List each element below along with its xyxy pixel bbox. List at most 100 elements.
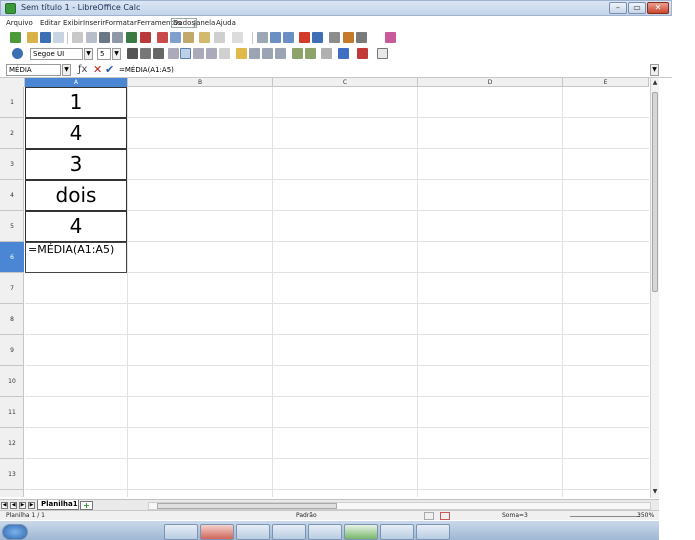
underline-icon[interactable] xyxy=(153,48,164,59)
menu-inserir[interactable]: Inserir xyxy=(83,19,105,27)
row-header-12[interactable]: 12 xyxy=(0,428,24,459)
function-wizard-icon[interactable]: ƒx xyxy=(78,64,87,75)
last-sheet-icon[interactable]: ▶ xyxy=(28,502,35,509)
scroll-up-icon[interactable]: ▲ xyxy=(651,79,659,87)
menu-exibir[interactable]: Exibir xyxy=(63,19,83,27)
pivot-table-icon[interactable] xyxy=(312,32,323,43)
name-box[interactable]: MÉDIA xyxy=(6,64,61,76)
add-decimal-icon[interactable] xyxy=(275,48,286,59)
help-icon[interactable] xyxy=(385,32,396,43)
email-icon[interactable] xyxy=(53,32,64,43)
sort-descending-icon[interactable] xyxy=(283,32,294,43)
row-header-5[interactable]: 5 xyxy=(0,211,24,242)
expand-formula-icon[interactable]: ▼ xyxy=(650,64,659,76)
font-name-field[interactable]: Segoe UI xyxy=(30,48,83,60)
copy-icon[interactable] xyxy=(170,32,181,43)
taskbar-item[interactable] xyxy=(308,524,342,540)
cell-a6-active[interactable]: =MÉDIA(A1:A5) xyxy=(25,242,127,273)
selection-mode-icon[interactable] xyxy=(424,512,434,520)
cancel-formula-icon[interactable]: ✕ xyxy=(93,63,102,76)
font-color-icon[interactable] xyxy=(357,48,368,59)
add-sheet-icon[interactable]: + xyxy=(80,501,93,510)
accept-formula-icon[interactable]: ✔ xyxy=(105,63,114,76)
sheet-tab-planilha1[interactable]: Planilha1 xyxy=(37,500,79,510)
menu-janela[interactable]: Janela xyxy=(194,19,215,27)
menu-ajuda[interactable]: Ajuda xyxy=(216,19,236,27)
row-header-2[interactable]: 2 xyxy=(0,118,24,149)
vertical-scrollbar[interactable]: ▲ ▼ xyxy=(650,78,659,498)
insert-chart-icon[interactable] xyxy=(299,32,310,43)
start-button-icon[interactable] xyxy=(2,524,28,540)
menu-arquivo[interactable]: Arquivo xyxy=(6,19,33,27)
export-pdf-icon[interactable] xyxy=(86,32,97,43)
formula-input[interactable]: =MÉDIA(A1:A5) xyxy=(117,64,649,76)
cell-grid[interactable]: 1 4 3 dois 4 =MÉDIA(A1:A5) xyxy=(25,87,649,497)
select-all-corner[interactable] xyxy=(0,78,25,87)
next-sheet-icon[interactable]: ▶ xyxy=(19,502,26,509)
cell-a5[interactable]: 4 xyxy=(25,211,127,242)
redo-icon[interactable] xyxy=(232,32,243,43)
column-header-c[interactable]: C xyxy=(273,78,418,87)
spelling-icon[interactable] xyxy=(126,32,137,43)
undo-icon[interactable] xyxy=(214,32,225,43)
align-left-icon[interactable] xyxy=(168,48,179,59)
row-header-8[interactable]: 8 xyxy=(0,304,24,335)
navigator-icon[interactable] xyxy=(329,32,340,43)
row-header-6[interactable]: 6 xyxy=(0,242,24,273)
print-preview-icon[interactable] xyxy=(112,32,123,43)
paste-icon[interactable] xyxy=(183,32,194,43)
taskbar-item[interactable] xyxy=(236,524,270,540)
column-header-d[interactable]: D xyxy=(418,78,563,87)
row-header-13[interactable]: 13 xyxy=(0,459,24,490)
justify-icon[interactable] xyxy=(206,48,217,59)
zoom-slider[interactable] xyxy=(570,516,640,517)
save-icon[interactable] xyxy=(40,32,51,43)
number-format-icon[interactable] xyxy=(262,48,273,59)
cell-a1[interactable]: 1 xyxy=(25,87,127,118)
increase-indent-icon[interactable] xyxy=(305,48,316,59)
cell-a3[interactable]: 3 xyxy=(25,149,127,180)
hyperlink-icon[interactable] xyxy=(257,32,268,43)
cell-a2[interactable]: 4 xyxy=(25,118,127,149)
new-document-icon[interactable] xyxy=(10,32,21,43)
font-name-dropdown-icon[interactable]: ▼ xyxy=(84,48,93,60)
menu-formatar[interactable]: Formatar xyxy=(105,19,137,27)
minimize-button[interactable]: – xyxy=(609,2,627,14)
data-sources-icon[interactable] xyxy=(356,32,367,43)
currency-format-icon[interactable] xyxy=(236,48,247,59)
sort-ascending-icon[interactable] xyxy=(270,32,281,43)
background-color-icon[interactable] xyxy=(338,48,349,59)
styles-icon[interactable] xyxy=(12,48,23,59)
row-header-10[interactable]: 10 xyxy=(0,366,24,397)
close-button[interactable]: ✕ xyxy=(647,2,669,14)
column-header-a[interactable]: A xyxy=(25,78,128,87)
taskbar-item-libreoffice[interactable] xyxy=(344,524,378,540)
column-header-b[interactable]: B xyxy=(128,78,273,87)
cell-a4[interactable]: dois xyxy=(25,180,127,211)
row-header-1[interactable]: 1 xyxy=(0,87,24,118)
autospell-icon[interactable] xyxy=(140,32,151,43)
taskbar-item[interactable] xyxy=(164,524,198,540)
font-size-dropdown-icon[interactable]: ▼ xyxy=(112,48,121,60)
bold-icon[interactable] xyxy=(127,48,138,59)
align-center-icon[interactable] xyxy=(180,48,191,59)
gallery-icon[interactable] xyxy=(343,32,354,43)
align-right-icon[interactable] xyxy=(193,48,204,59)
zoom-level[interactable]: 350% xyxy=(637,511,654,520)
cut-icon[interactable] xyxy=(157,32,168,43)
row-header-4[interactable]: 4 xyxy=(0,180,24,211)
font-size-field[interactable]: 5 xyxy=(97,48,111,60)
menu-editar[interactable]: Editar xyxy=(40,19,61,27)
edit-mode-icon[interactable] xyxy=(72,32,83,43)
percent-format-icon[interactable] xyxy=(249,48,260,59)
previous-sheet-icon[interactable]: ◀ xyxy=(10,502,17,509)
taskbar-item[interactable] xyxy=(416,524,450,540)
taskbar-item[interactable] xyxy=(272,524,306,540)
row-header-3[interactable]: 3 xyxy=(0,149,24,180)
open-folder-icon[interactable] xyxy=(27,32,38,43)
vertical-scroll-thumb[interactable] xyxy=(652,92,658,292)
horizontal-scrollbar[interactable] xyxy=(148,502,651,510)
first-sheet-icon[interactable]: ◀ xyxy=(1,502,8,509)
borders-icon[interactable] xyxy=(321,48,332,59)
horizontal-scroll-thumb[interactable] xyxy=(157,503,337,509)
